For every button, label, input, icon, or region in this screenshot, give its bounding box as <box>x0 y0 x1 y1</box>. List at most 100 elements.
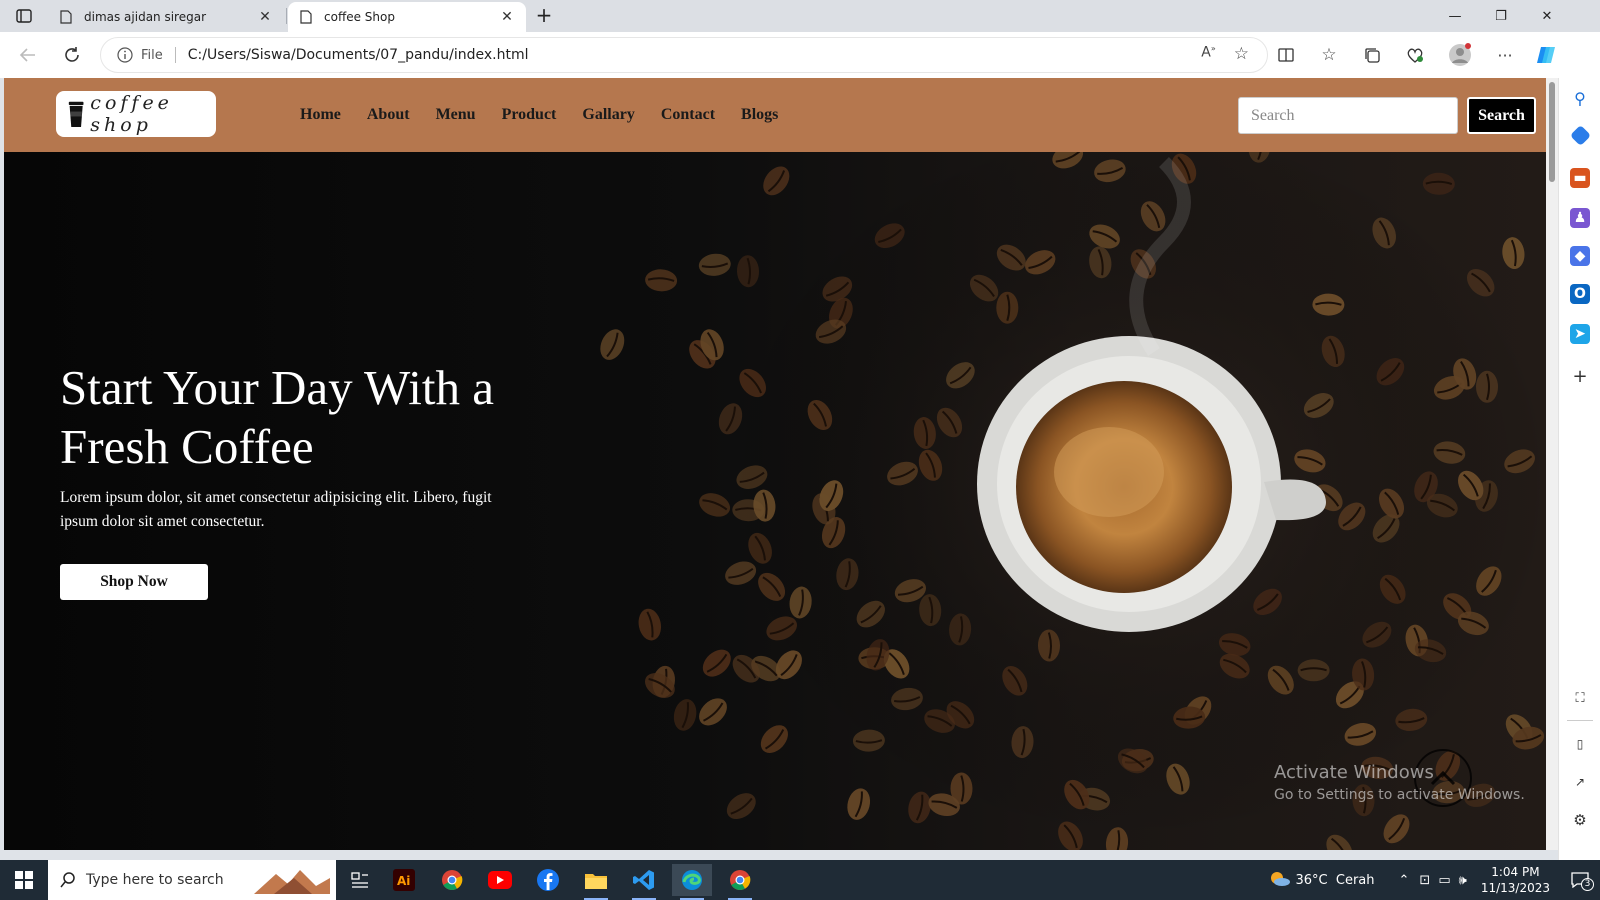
site-search-input[interactable] <box>1238 97 1458 134</box>
close-window-icon[interactable]: ✕ <box>1524 0 1570 32</box>
volume-icon[interactable]: 🕪 <box>1459 873 1467 888</box>
system-tray: 36°C Cerah ⌃ ⊡ ▭ 🕪 1:04 PM 11/13/2023 3 <box>1268 860 1600 900</box>
coffee-bean <box>726 793 756 820</box>
clock-time: 1:04 PM <box>1491 865 1540 879</box>
coffee-bean <box>1476 370 1498 403</box>
page-viewport: coffee shop Home About Menu Product Gall… <box>4 78 1546 850</box>
hero-section: Start Your Day With a Fresh Coffee Lorem… <box>4 152 1546 850</box>
copilot-icon[interactable] <box>1532 41 1560 69</box>
coffee-bean <box>1383 814 1410 844</box>
network-icon[interactable]: ▭ <box>1438 873 1450 888</box>
shopping-tag-icon[interactable] <box>1569 124 1592 147</box>
meet-now-icon[interactable]: ⊡ <box>1419 873 1430 888</box>
svg-text:Ai: Ai <box>397 874 410 888</box>
refresh-icon[interactable] <box>58 41 86 69</box>
taskbar-clock[interactable]: 1:04 PM 11/13/2023 <box>1481 864 1550 896</box>
nav-about[interactable]: About <box>367 106 410 124</box>
tab-actions-icon[interactable] <box>8 4 40 28</box>
close-tab-icon[interactable]: ✕ <box>256 9 274 25</box>
clock-date: 11/13/2023 <box>1480 881 1550 895</box>
file-explorer-icon[interactable] <box>576 864 616 900</box>
site-info-icon[interactable]: File <box>117 47 163 63</box>
coffee-bean <box>673 699 697 731</box>
read-aloud-icon[interactable]: A» <box>1201 44 1215 64</box>
taskbar-search-placeholder: Type here to search <box>86 872 224 888</box>
nav-product[interactable]: Product <box>502 106 557 124</box>
restore-icon[interactable]: ❐ <box>1478 0 1524 32</box>
nav-gallary[interactable]: Gallary <box>582 106 634 124</box>
games-icon[interactable]: ♟ <box>1570 208 1590 228</box>
facebook-icon[interactable] <box>528 864 568 896</box>
taskbar-search-box[interactable]: Type here to search <box>48 860 336 900</box>
edge-sidebar: ⚲ ▬ ♟ ◆ O ➤ + ⛶ ▯ ↗ ⚙ <box>1558 78 1600 860</box>
coffee-bean <box>1422 172 1455 195</box>
microsoft365-icon[interactable]: ◆ <box>1570 246 1590 266</box>
browser-toolbar: File C:/Users/Siswa/Documents/07_pandu/i… <box>0 32 1600 78</box>
coffee-bean <box>698 253 731 276</box>
site-logo[interactable]: coffee shop <box>56 91 216 137</box>
browser-essentials-icon[interactable] <box>1401 41 1429 69</box>
tools-icon[interactable]: ▬ <box>1570 168 1590 188</box>
chrome-icon[interactable] <box>720 864 760 900</box>
screenshot-icon[interactable]: ⛶ <box>1570 688 1590 708</box>
coffee-bean <box>702 649 731 677</box>
shop-now-button[interactable]: Shop Now <box>60 564 208 600</box>
omnibox-separator <box>174 47 176 63</box>
drop-icon[interactable]: ➤ <box>1570 324 1590 344</box>
coffee-bean <box>645 269 678 292</box>
scrollbar-thumb[interactable] <box>1549 82 1555 182</box>
tab-title: dimas ajidan siregar <box>84 10 207 24</box>
open-external-icon[interactable]: ↗ <box>1570 772 1590 792</box>
hero-description: Lorem ipsum dolor, sit amet consectetur … <box>60 489 492 530</box>
illustrator-icon[interactable]: Ai <box>384 864 424 896</box>
page-scrollbar[interactable] <box>1546 78 1558 850</box>
hide-sidebar-icon[interactable]: ▯ <box>1570 734 1590 754</box>
nav-blogs[interactable]: Blogs <box>741 106 778 124</box>
close-tab-icon[interactable]: ✕ <box>498 9 516 25</box>
coffee-bean <box>760 725 788 753</box>
coffee-bean <box>1326 834 1353 850</box>
nav-menu[interactable]: Menu <box>436 106 476 124</box>
favorites-icon[interactable]: ☆ <box>1315 41 1343 69</box>
tab-coffee-shop[interactable]: coffee Shop ✕ <box>288 2 526 32</box>
add-icon[interactable]: + <box>1570 366 1590 387</box>
site-search-button[interactable]: Search <box>1467 97 1536 134</box>
coffee-bean <box>1297 659 1330 682</box>
settings-gear-icon[interactable]: ⚙ <box>1570 810 1590 830</box>
collections-icon[interactable] <box>1358 41 1386 69</box>
task-view-icon[interactable] <box>340 864 380 896</box>
search-icon <box>60 872 75 888</box>
activate-windows-watermark: Activate Windows Go to Settings to activ… <box>1274 762 1525 803</box>
split-screen-icon[interactable] <box>1272 41 1300 69</box>
minimize-icon[interactable]: — <box>1432 0 1478 32</box>
nav-home[interactable]: Home <box>300 106 341 124</box>
weather-icon[interactable] <box>1268 869 1290 891</box>
vscode-icon[interactable] <box>624 864 664 900</box>
address-bar[interactable]: File C:/Users/Siswa/Documents/07_pandu/i… <box>100 37 1268 73</box>
weather-text[interactable]: 36°C Cerah <box>1296 873 1375 888</box>
search-icon[interactable]: ⚲ <box>1570 88 1590 108</box>
coffee-bean <box>600 329 625 360</box>
profile-avatar[interactable] <box>1446 41 1474 69</box>
windows-start-icon[interactable] <box>0 860 48 900</box>
nav-contact[interactable]: Contact <box>661 106 715 124</box>
new-tab-icon[interactable]: + <box>532 4 556 28</box>
coffee-bean <box>996 291 1019 324</box>
tab-dimas[interactable]: dimas ajidan siregar ✕ <box>48 2 284 32</box>
tab-title: coffee Shop <box>324 10 395 24</box>
notifications-icon[interactable]: 3 <box>1560 872 1600 891</box>
main-menu: Home About Menu Product Gallary Contact … <box>300 78 778 152</box>
coffee-cup-icon <box>68 101 84 128</box>
coffee-bean <box>736 255 760 288</box>
sidebar-divider <box>1567 720 1593 721</box>
chrome-icon[interactable] <box>432 864 472 896</box>
edge-icon[interactable] <box>672 864 712 900</box>
show-hidden-icons-icon[interactable]: ⌃ <box>1399 873 1410 888</box>
youtube-icon[interactable] <box>480 864 520 896</box>
search-highlight-icon <box>254 870 330 894</box>
favorite-star-icon[interactable]: ☆ <box>1234 44 1249 64</box>
outlook-icon[interactable]: O <box>1570 284 1590 304</box>
url-text[interactable]: C:/Users/Siswa/Documents/07_pandu/index.… <box>188 47 529 63</box>
more-options-icon[interactable]: ··· <box>1491 41 1519 69</box>
back-icon[interactable] <box>14 41 42 69</box>
